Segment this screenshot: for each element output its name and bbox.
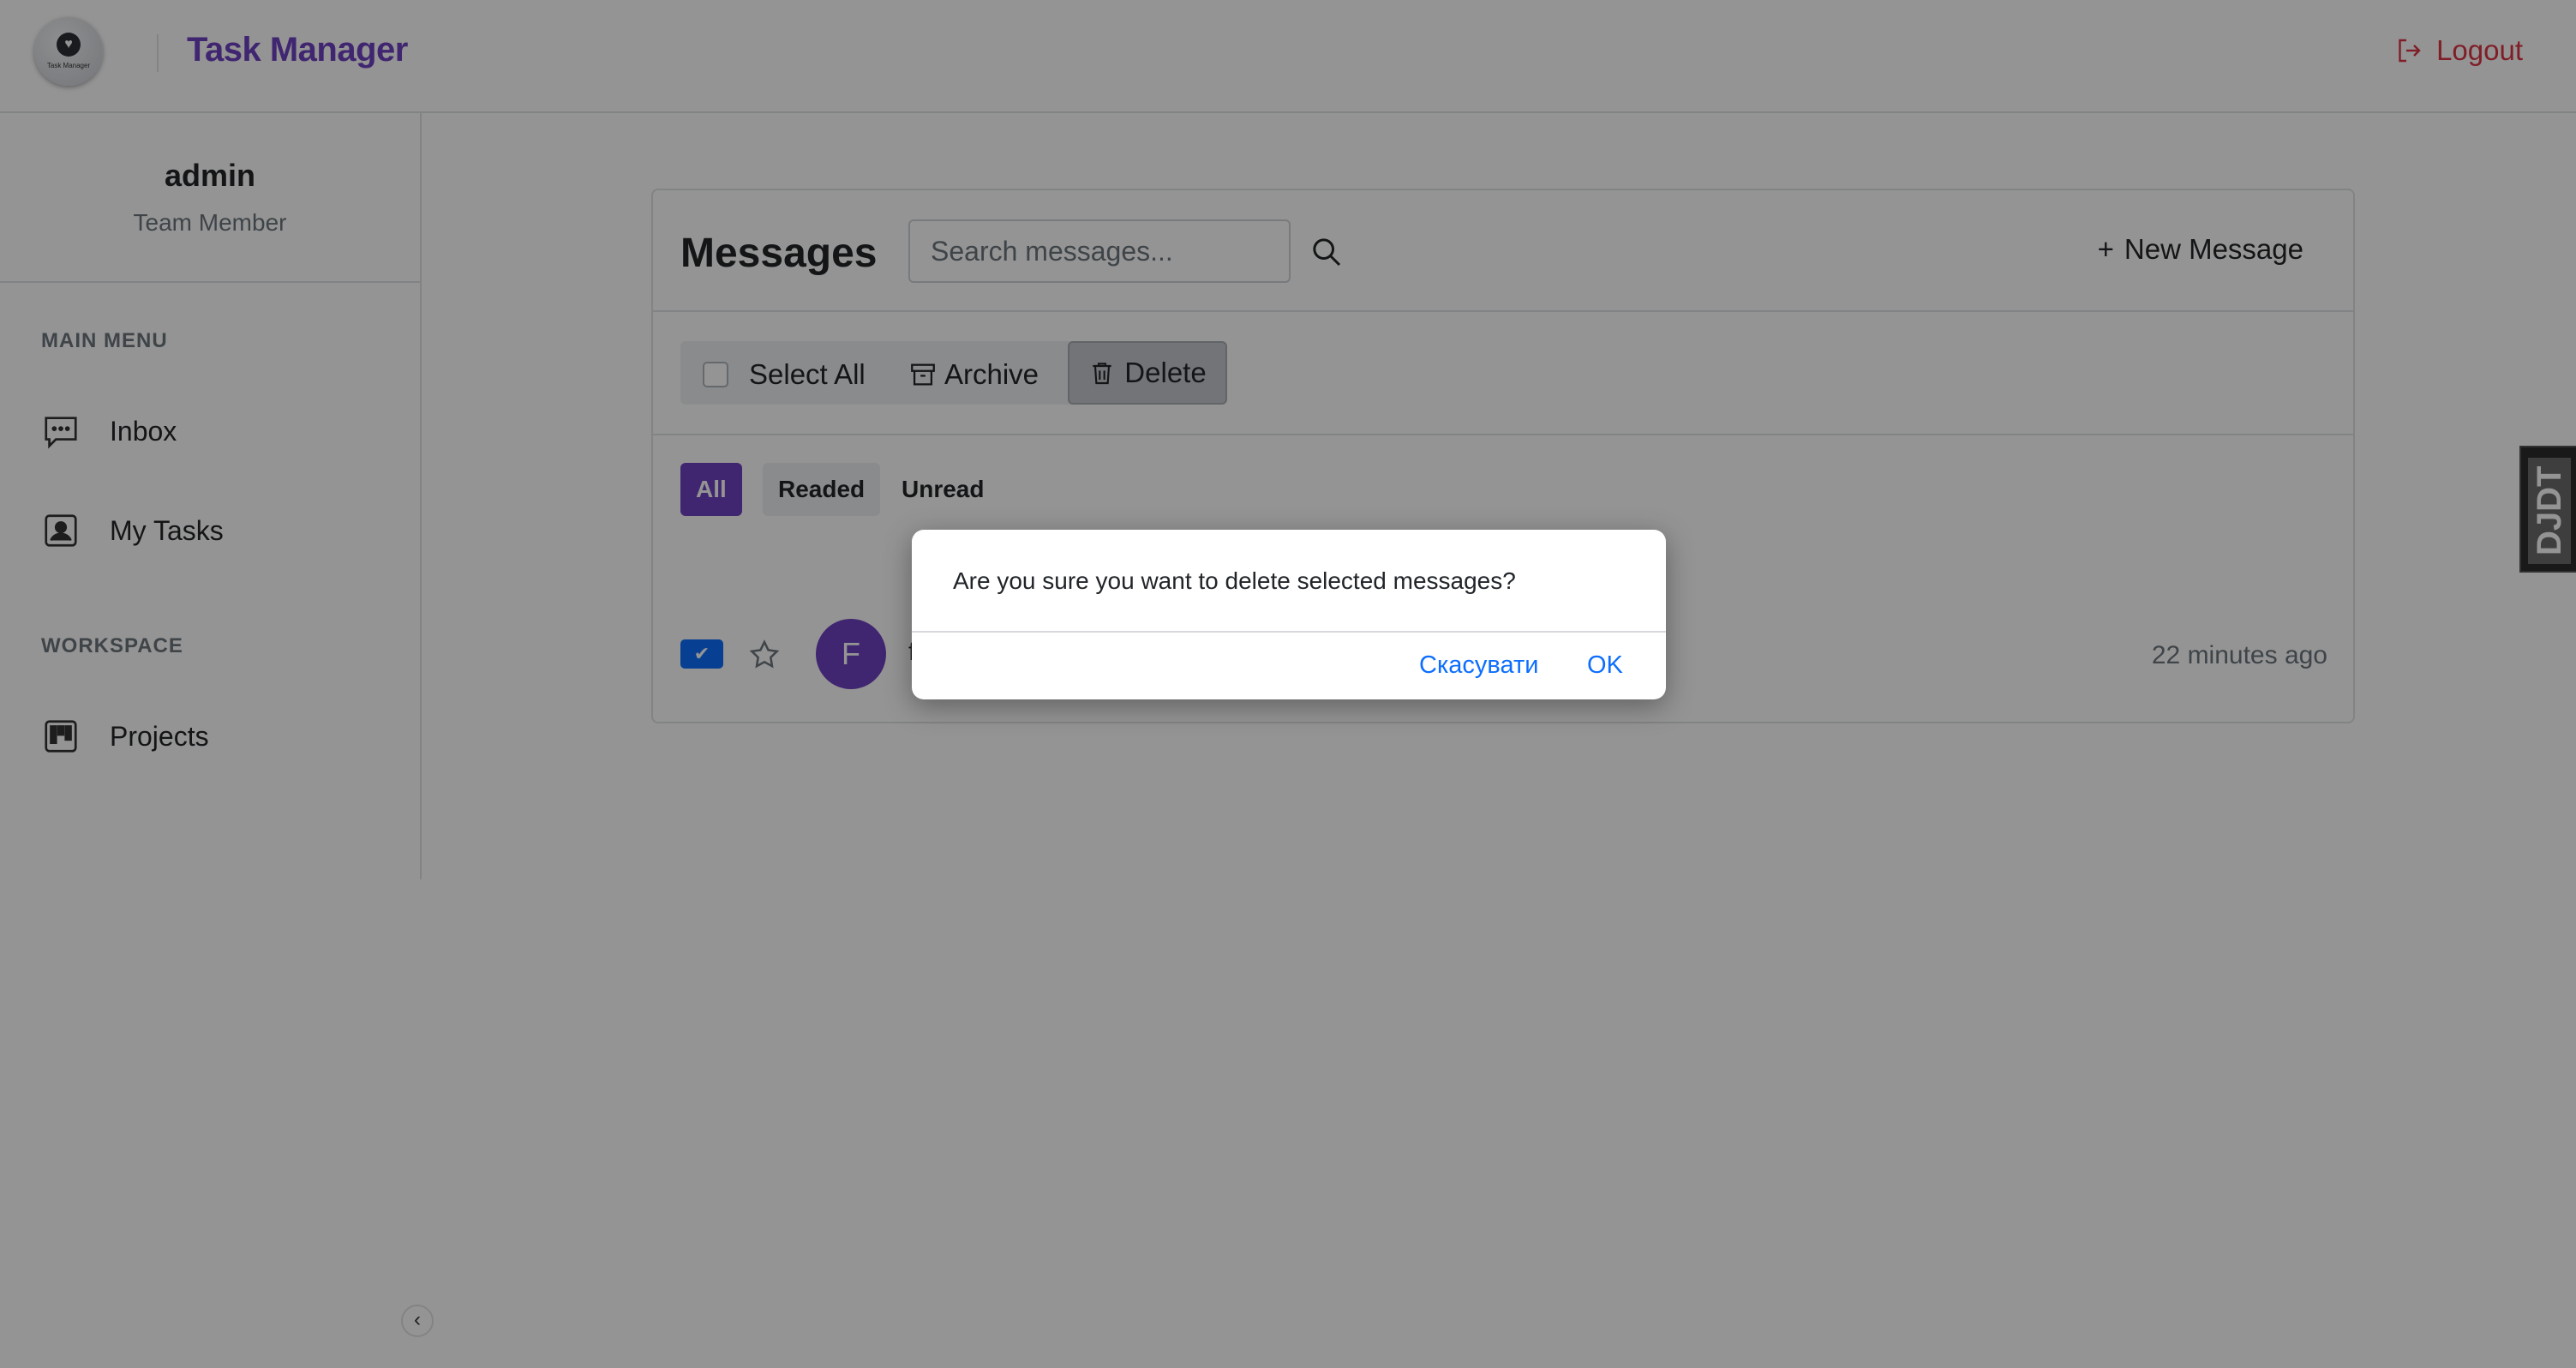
confirm-dialog: Are you sure you want to delete selected… <box>912 530 1666 699</box>
dialog-cancel-button[interactable]: Скасувати <box>1419 651 1538 680</box>
dialog-divider <box>912 631 1666 633</box>
dialog-ok-button[interactable]: OK <box>1587 651 1623 680</box>
dialog-message: Are you sure you want to delete selected… <box>953 567 1516 594</box>
